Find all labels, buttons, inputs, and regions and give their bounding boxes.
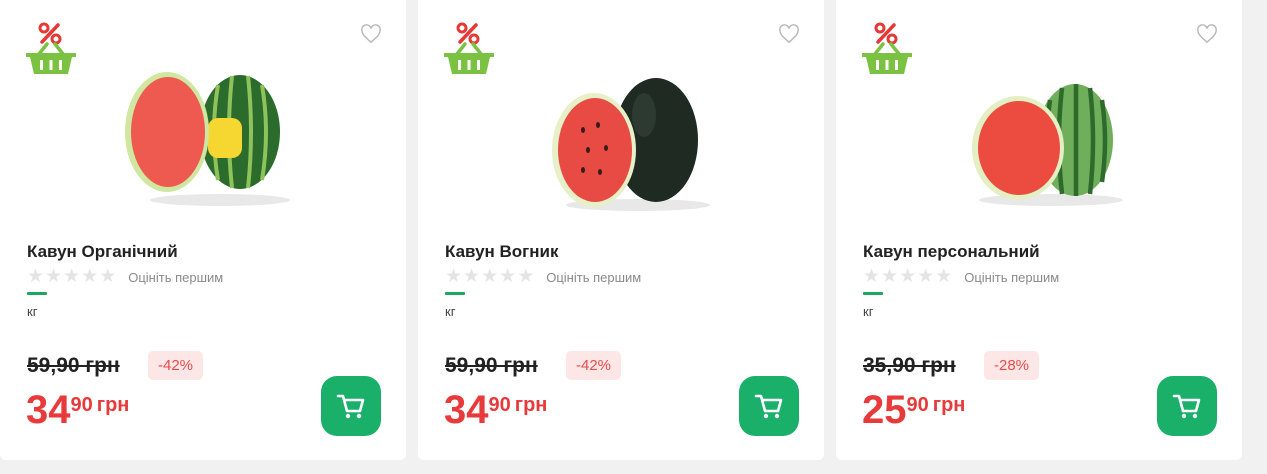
product-image[interactable] xyxy=(946,60,1136,225)
star-icon[interactable]: ★ xyxy=(63,267,80,287)
discount-badge: -42% xyxy=(148,351,204,380)
price-fraction: 90 xyxy=(70,394,93,416)
star-icon[interactable]: ★ xyxy=(881,267,898,287)
price-currency: грн xyxy=(514,394,548,416)
heart-icon[interactable] xyxy=(360,24,382,44)
star-icon[interactable]: ★ xyxy=(899,267,916,287)
star-icon[interactable]: ★ xyxy=(45,267,62,287)
discount-basket-icon xyxy=(444,22,494,74)
product-title[interactable]: Кавун Вогник xyxy=(445,242,558,262)
price-integer: 34 xyxy=(444,388,489,432)
price-integer: 34 xyxy=(26,388,71,432)
star-icon[interactable]: ★ xyxy=(445,267,462,287)
rate-first-link[interactable]: Оцініть першим xyxy=(964,270,1059,285)
star-icon[interactable]: ★ xyxy=(27,267,44,287)
price-fraction: 90 xyxy=(488,394,511,416)
star-icon[interactable]: ★ xyxy=(481,267,498,287)
star-icon[interactable]: ★ xyxy=(863,267,880,287)
divider xyxy=(445,292,465,295)
heart-icon[interactable] xyxy=(1196,24,1218,44)
star-icon[interactable]: ★ xyxy=(99,267,116,287)
rating: ★ ★ ★ ★ ★ Оцініть першим xyxy=(863,267,1059,287)
rating-stars[interactable]: ★ ★ ★ ★ ★ xyxy=(27,267,116,287)
current-price: 3490 грн xyxy=(444,388,547,432)
current-price: 3490 грн xyxy=(26,388,129,432)
discount-basket-icon xyxy=(862,22,912,74)
add-to-cart-button[interactable] xyxy=(1157,376,1217,436)
star-icon[interactable]: ★ xyxy=(917,267,934,287)
old-price: 59,90 грн xyxy=(27,354,120,377)
cart-icon xyxy=(336,394,365,419)
discount-badge: -42% xyxy=(566,351,622,380)
product-title[interactable]: Кавун персональний xyxy=(863,242,1040,262)
star-icon[interactable]: ★ xyxy=(935,267,952,287)
star-icon[interactable]: ★ xyxy=(499,267,516,287)
star-icon[interactable]: ★ xyxy=(81,267,98,287)
star-icon[interactable]: ★ xyxy=(463,267,480,287)
star-icon[interactable]: ★ xyxy=(517,267,534,287)
rate-first-link[interactable]: Оцініть першим xyxy=(128,270,223,285)
price-currency: грн xyxy=(932,394,966,416)
unit-label: кг xyxy=(863,304,874,319)
divider xyxy=(863,292,883,295)
add-to-cart-button[interactable] xyxy=(321,376,381,436)
cart-icon xyxy=(754,394,783,419)
product-card[interactable]: Кавун персональний ★ ★ ★ ★ ★ Оцініть пер… xyxy=(836,0,1242,460)
rating: ★ ★ ★ ★ ★ Оцініть першим xyxy=(27,267,223,287)
rating-stars[interactable]: ★ ★ ★ ★ ★ xyxy=(445,267,534,287)
unit-label: кг xyxy=(445,304,456,319)
heart-icon[interactable] xyxy=(778,24,800,44)
rate-first-link[interactable]: Оцініть першим xyxy=(546,270,641,285)
old-price: 35,90 грн xyxy=(863,354,956,377)
add-to-cart-button[interactable] xyxy=(739,376,799,436)
discount-badge: -28% xyxy=(984,351,1040,380)
rating: ★ ★ ★ ★ ★ Оцініть першим xyxy=(445,267,641,287)
discount-basket-icon xyxy=(26,22,76,74)
product-card[interactable]: Кавун Органічний ★ ★ ★ ★ ★ Оцініть перши… xyxy=(0,0,406,460)
unit-label: кг xyxy=(27,304,38,319)
current-price: 2590 грн xyxy=(862,388,965,432)
price-fraction: 90 xyxy=(906,394,929,416)
old-price: 59,90 грн xyxy=(445,354,538,377)
divider xyxy=(27,292,47,295)
product-title[interactable]: Кавун Органічний xyxy=(27,242,178,262)
price-currency: грн xyxy=(96,394,130,416)
rating-stars[interactable]: ★ ★ ★ ★ ★ xyxy=(863,267,952,287)
cart-icon xyxy=(1172,394,1201,419)
product-card[interactable]: Кавун Вогник ★ ★ ★ ★ ★ Оцініть першим кг… xyxy=(418,0,824,460)
product-image[interactable] xyxy=(528,60,718,225)
price-integer: 25 xyxy=(862,388,907,432)
product-image[interactable] xyxy=(110,60,300,225)
